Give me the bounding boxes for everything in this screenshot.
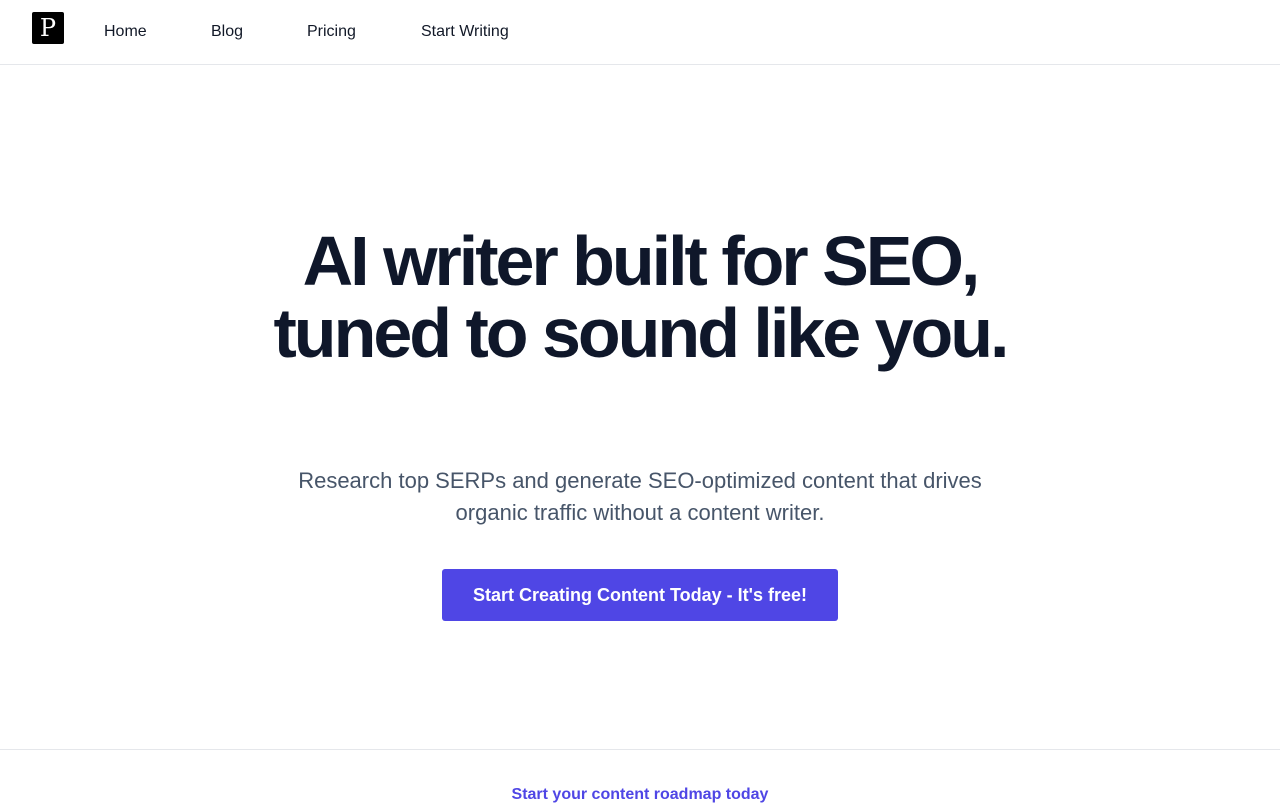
logo-letter: P [39, 14, 57, 42]
section-eyebrow: Start your content roadmap today [511, 786, 769, 803]
nav-item-home[interactable]: Home [104, 22, 147, 42]
start-creating-button[interactable]: Start Creating Content Today - It's free… [442, 569, 838, 621]
logo-icon[interactable]: P [32, 12, 64, 44]
hero-subheadline: Research top SERPs and generate SEO-opti… [298, 468, 982, 525]
hero-headline: AI writer built for SEO, tuned to sound … [273, 222, 1010, 372]
nav-item-start-writing[interactable]: Start Writing [421, 22, 509, 42]
nav-item-pricing[interactable]: Pricing [307, 22, 356, 42]
section-divider [0, 749, 1280, 750]
nav-item-blog[interactable]: Blog [211, 22, 243, 42]
hero-section: AI writer built for SEO, tuned to sound … [0, 65, 1280, 749]
top-navigation-bar: P Home Blog Pricing Start Writing [0, 0, 1280, 65]
